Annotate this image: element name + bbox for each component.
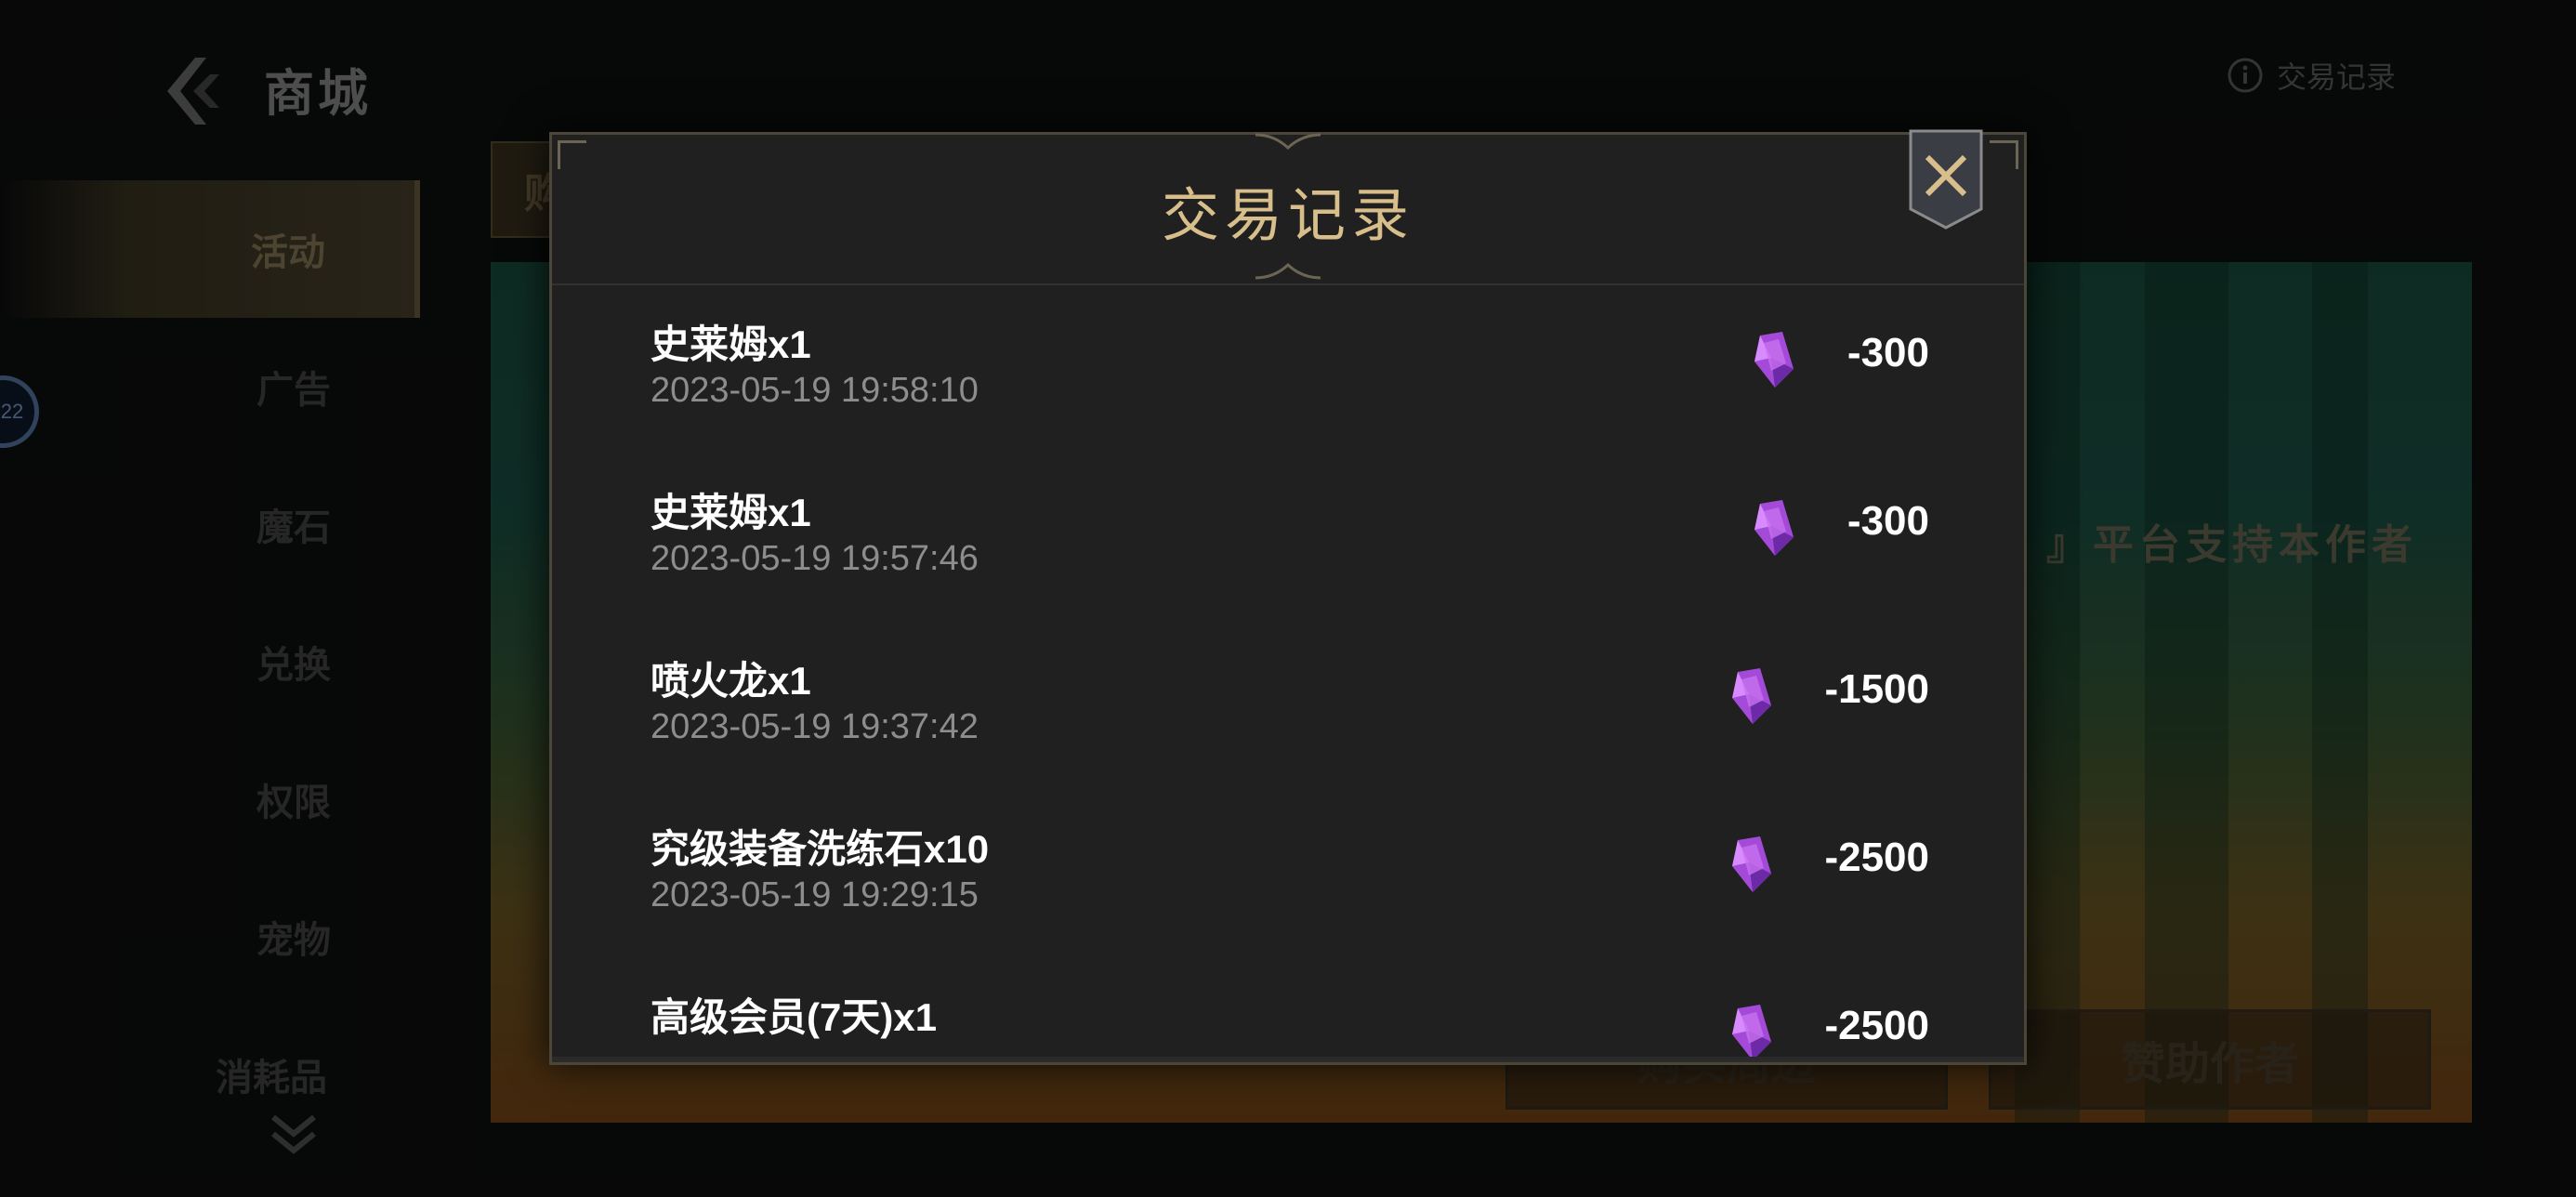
- record-time: 2023-05-19 19:57:46: [651, 539, 979, 578]
- purple-crystal-icon: [1732, 1005, 1771, 1060]
- record-row: 究级装备洗练石x10 2023-05-19 19:29:15 -2500: [552, 790, 2024, 957]
- record-item-name: 喷火龙x1: [651, 659, 811, 703]
- record-amount: -2500: [1824, 835, 1929, 880]
- shop-screen: 商城 交易记录 活动 广告 魔石 兑换 权限 宠物 消耗品 22 购 』平台支持…: [0, 0, 2576, 1197]
- record-amount: -300: [1847, 498, 1929, 544]
- record-row: 史莱姆x1 2023-05-19 19:58:10 -300: [552, 285, 2024, 453]
- dialog-title: 交易记录: [1161, 184, 1414, 248]
- record-row: 史莱姆x1 2023-05-19 19:57:46 -300: [552, 454, 2024, 621]
- close-icon[interactable]: [1909, 129, 1983, 231]
- purple-crystal-icon: [1755, 332, 1794, 388]
- list-bottom-edge: [552, 1057, 2024, 1062]
- record-time: 2023-05-19 19:58:10: [651, 371, 979, 410]
- record-amount: -1500: [1824, 666, 1929, 712]
- record-row: 喷火龙x1 2023-05-19 19:37:42 -1500: [552, 622, 2024, 789]
- record-time: 2023-05-19 19:37:42: [651, 707, 979, 746]
- record-amount: -300: [1847, 330, 1929, 375]
- purple-crystal-icon: [1732, 836, 1771, 892]
- record-item-name: 史莱姆x1: [651, 322, 811, 366]
- record-amount: -2500: [1824, 1003, 1929, 1048]
- record-item-name: 史莱姆x1: [651, 491, 811, 534]
- purple-crystal-icon: [1732, 668, 1771, 724]
- transaction-record-dialog: 交易记录 史莱姆x1 2023-05-19 19:58:10 -300 史莱姆x…: [549, 129, 2027, 1065]
- dialog-header: 交易记录: [552, 133, 2024, 285]
- purple-crystal-icon: [1755, 500, 1794, 556]
- ornament-icon: [1255, 133, 1321, 151]
- record-list[interactable]: 史莱姆x1 2023-05-19 19:58:10 -300 史莱姆x1 202…: [552, 285, 2024, 1062]
- record-time: 2023-05-19 19:29:15: [651, 875, 979, 914]
- record-row: 高级会员(7天)x1 -2500: [552, 958, 2024, 1062]
- record-item-name: 高级会员(7天)x1: [651, 995, 938, 1039]
- record-item-name: 究级装备洗练石x10: [651, 827, 990, 871]
- ornament-icon: [1255, 262, 1321, 280]
